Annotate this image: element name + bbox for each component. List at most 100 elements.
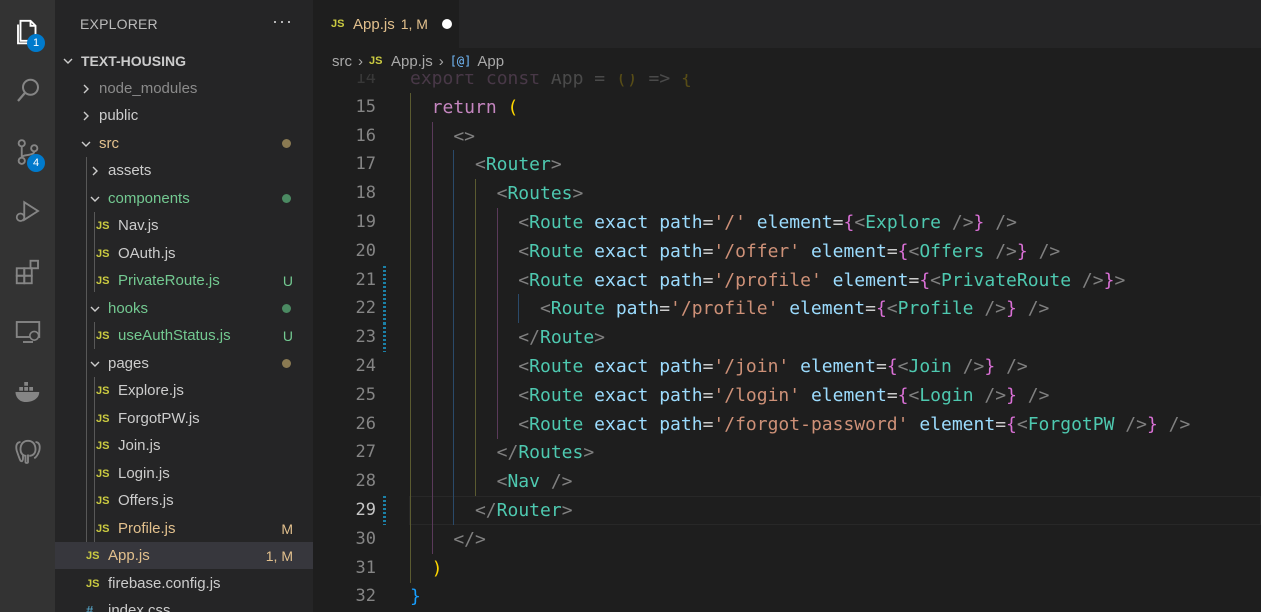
indent-guide <box>474 208 476 237</box>
code-line[interactable]: 27 </Routes> <box>313 438 1261 468</box>
indent-guide <box>431 323 433 353</box>
folder-node-modules[interactable]: node_modules <box>55 75 313 102</box>
explorer-activity-button[interactable]: 1 <box>0 8 55 56</box>
file-join-js[interactable]: JS Join.js <box>55 432 313 459</box>
indent-guide <box>474 409 476 439</box>
code-line[interactable]: 21 <Route exact path='/profile' element={… <box>313 265 1261 295</box>
indent-guide <box>431 380 433 410</box>
code-text: <Router> <box>474 154 562 176</box>
file-firebase-config-js[interactable]: JS firebase.config.js <box>55 570 313 597</box>
file-login-js[interactable]: JS Login.js <box>55 460 313 487</box>
css-file-icon: # <box>86 603 94 612</box>
search-activity-button[interactable] <box>0 67 55 115</box>
code-line[interactable]: 19 <Route exact path='/' element={<Explor… <box>313 208 1261 237</box>
tree-item-label: assets <box>108 162 152 179</box>
indent-guide <box>474 294 476 324</box>
indent-guide <box>431 150 433 180</box>
code-line[interactable]: 29 </Router> <box>313 496 1261 525</box>
gutter-modified-marker <box>383 265 386 295</box>
code-editor[interactable]: 14 export const App = () => {15 return (16… <box>313 74 1261 612</box>
untracked-dot <box>282 194 291 203</box>
file-profile-js[interactable]: JS Profile.js M <box>55 515 313 542</box>
indent-guide <box>474 323 476 353</box>
folder-assets[interactable]: assets <box>55 157 313 184</box>
code-line[interactable]: 20 <Route exact path='/offer' element={<O… <box>313 236 1261 266</box>
file-useauthstatus-js[interactable]: JS useAuthStatus.js U <box>55 322 313 349</box>
indent-guide <box>410 236 411 266</box>
js-file-icon: JS <box>96 439 110 452</box>
docker-activity-button[interactable] <box>0 368 55 416</box>
breadcrumb: src › JS App.js › [@] App <box>313 48 1261 74</box>
source-control-activity-button[interactable]: 4 <box>0 128 55 176</box>
indent-guide <box>453 323 455 353</box>
indent-guide <box>410 265 411 295</box>
file-oauth-js[interactable]: JS OAuth.js <box>55 240 313 267</box>
file-forgotpw-js[interactable]: JS ForgotPW.js <box>55 405 313 432</box>
code-line[interactable]: 15 return ( <box>313 92 1261 122</box>
folder-public[interactable]: public <box>55 102 313 129</box>
folder-pages[interactable]: pages <box>55 350 313 377</box>
indent-guide <box>410 294 411 324</box>
indent-guide <box>431 409 433 439</box>
modified-dot <box>282 359 291 368</box>
code-line[interactable]: 30 </> <box>313 524 1261 554</box>
js-file-icon: JS <box>96 384 110 397</box>
unsaved-dot-icon[interactable] <box>441 19 452 29</box>
breadcrumb-symbol[interactable]: App <box>477 53 504 70</box>
code-line[interactable]: 24 <Route exact path='/join' element={<Jo… <box>313 352 1261 381</box>
breadcrumb-folder[interactable]: src <box>332 53 352 70</box>
indent-guide <box>496 323 498 353</box>
run-debug-activity-button[interactable] <box>0 187 55 235</box>
line-number: 29 <box>355 500 376 520</box>
file-privateroute-js[interactable]: JS PrivateRoute.js U <box>55 267 313 294</box>
file-index-css[interactable]: # index.css <box>55 597 313 612</box>
extensions-activity-button[interactable] <box>0 248 55 296</box>
code-text: </Route> <box>518 327 606 349</box>
postgresql-elephant-icon <box>14 439 41 464</box>
file-offers-js[interactable]: JS Offers.js <box>55 487 313 514</box>
indent-guide <box>496 380 498 410</box>
untracked-status: U <box>282 272 293 289</box>
code-line[interactable]: 18 <Routes> <box>313 179 1261 209</box>
line-number: 18 <box>355 183 376 204</box>
code-line[interactable]: 17 <Router> <box>313 150 1261 180</box>
more-actions-icon[interactable]: ··· <box>272 11 293 32</box>
indent-guide <box>474 179 476 209</box>
indent-guide <box>474 380 476 410</box>
code-text: } <box>410 586 421 608</box>
tab-app-js[interactable]: JS App.js 1, M <box>313 0 459 48</box>
code-line[interactable]: 23 </Route> <box>313 323 1261 353</box>
code-text: </> <box>453 528 486 550</box>
file-explore-js[interactable]: JS Explore.js <box>55 377 313 404</box>
code-line[interactable]: 25 <Route exact path='/login' element={<L… <box>313 380 1261 410</box>
indent-guide <box>453 150 455 180</box>
breadcrumb-file[interactable]: App.js <box>391 53 433 70</box>
search-icon <box>16 78 39 102</box>
tree-item-label: ForgotPW.js <box>118 410 200 427</box>
code-line[interactable]: 22 <Route path='/profile' element={<Profi… <box>313 294 1261 324</box>
postgresql-activity-button[interactable] <box>0 428 55 476</box>
project-folder-header[interactable]: TEXT-HOUSING <box>55 47 313 74</box>
file-app-js[interactable]: JS App.js 1, M <box>55 542 313 569</box>
indent-guide <box>453 265 455 295</box>
line-number: 14 <box>355 74 376 88</box>
folder-hooks[interactable]: hooks <box>55 295 313 322</box>
code-line[interactable]: 31) <box>313 553 1261 583</box>
indent-guide <box>474 236 476 266</box>
code-line[interactable]: 32} <box>313 582 1261 611</box>
code-line[interactable]: 16 <> <box>313 121 1261 151</box>
folder-components[interactable]: components <box>55 185 313 212</box>
code-line[interactable]: 26 <Route exact path='/forgot-password' e… <box>313 409 1261 439</box>
chevron-down-icon <box>88 303 102 315</box>
folder-src[interactable]: src <box>55 130 313 157</box>
code-line[interactable]: 14 export const App = () => { <box>313 74 1261 93</box>
code-line[interactable]: 28 <Nav /> <box>313 467 1261 497</box>
indent-guide <box>474 438 476 468</box>
indent-guide <box>410 524 411 554</box>
remote-explorer-activity-button[interactable] <box>0 308 55 356</box>
file-nav-js[interactable]: JS Nav.js <box>55 212 313 239</box>
tree-item-label: Login.js <box>118 465 170 482</box>
code-text: <Routes> <box>496 183 584 205</box>
tab-bar: JS App.js 1, M <box>313 0 1261 48</box>
tree-item-label: Nav.js <box>118 217 159 234</box>
